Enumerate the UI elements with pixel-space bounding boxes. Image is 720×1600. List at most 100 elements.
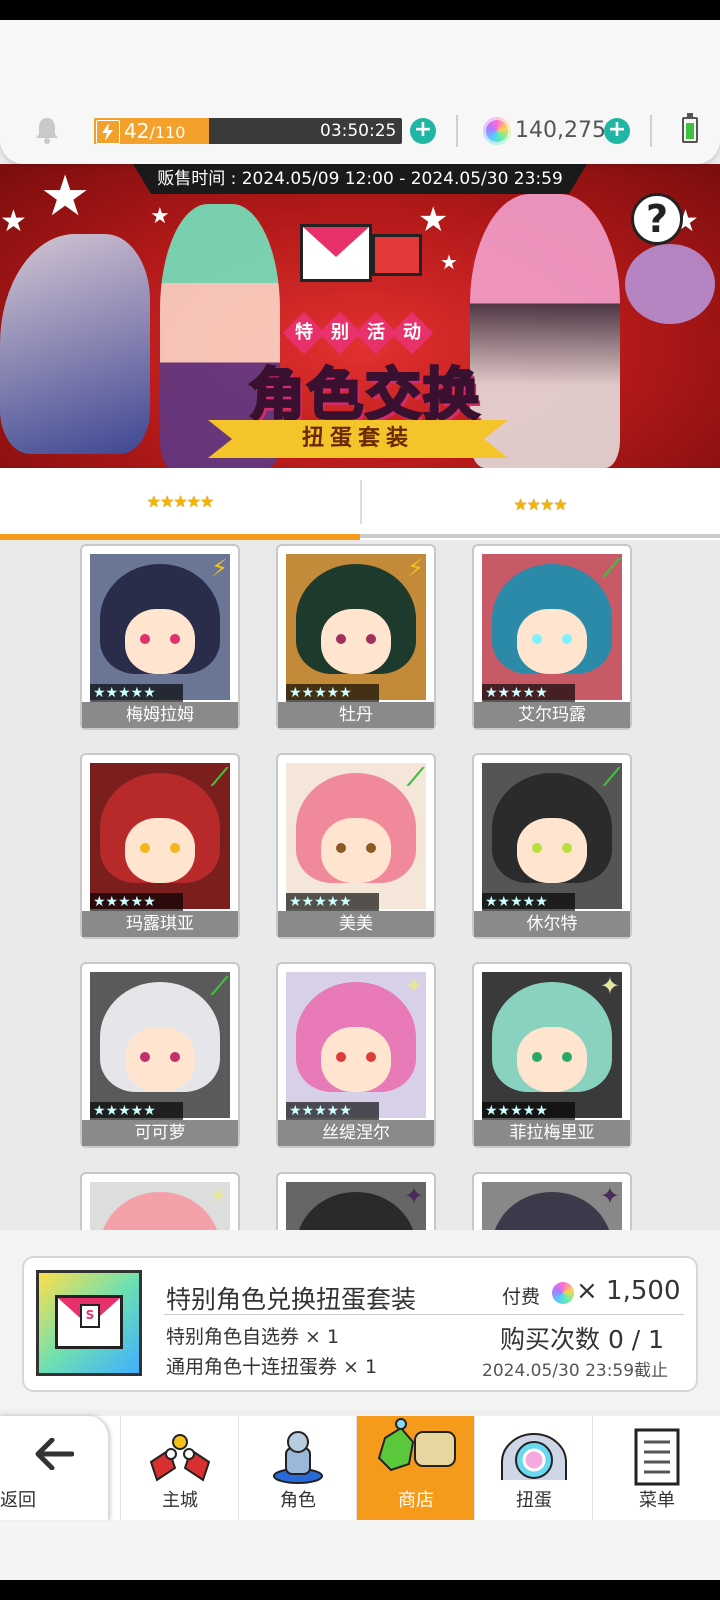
star-decoration: ★: [440, 250, 458, 274]
nav-gacha[interactable]: 扭蛋: [474, 1416, 593, 1520]
tab-stars: ★★★★: [513, 494, 567, 514]
gem-icon: [552, 1282, 574, 1304]
character-portrait: [90, 972, 230, 1118]
rarity-stars: ★★★★★: [90, 1102, 183, 1120]
sale-period: 贩售时间 : 2024.05/09 12:00 - 2024.05/30 23:…: [133, 164, 587, 194]
gacha-icon: [501, 1433, 567, 1480]
character-portrait: [90, 763, 230, 909]
character-name: 牡丹: [278, 702, 434, 728]
divider: [650, 115, 652, 147]
character-card[interactable]: ⚡ ★★★★★ 牡丹: [276, 544, 436, 730]
system-nav-area: [0, 1520, 720, 1580]
character-name: 美美: [278, 911, 434, 937]
envelope-icon: S: [55, 1295, 123, 1349]
element-icon: ✦: [207, 1182, 228, 1210]
stamina-value: 42/110: [124, 119, 186, 143]
dragon-illustration: [0, 234, 150, 454]
star-decoration: ★: [40, 164, 91, 229]
stamina-timer: 03:50:25: [320, 121, 397, 141]
nav-label: 主城: [162, 1490, 198, 1511]
element-icon: ⟋: [211, 763, 228, 791]
rarity-tabs: ★★★★★ ★★★★: [0, 468, 720, 540]
element-icon: ⚡: [211, 554, 228, 582]
element-icon: ✦: [599, 1182, 620, 1210]
add-stamina-button[interactable]: +: [410, 118, 436, 144]
rarity-stars: ★★★★★: [90, 684, 183, 702]
banner-ribbon: 扭蛋套装: [208, 420, 508, 458]
offer-item-icon: S: [36, 1270, 142, 1376]
character-card[interactable]: ✦ ★★★★★ 丝缇涅尔: [276, 962, 436, 1148]
character-card[interactable]: ✦: [276, 1172, 436, 1230]
element-icon: ⟋: [407, 763, 424, 791]
rarity-stars: ★★★★★: [482, 684, 575, 702]
character-card[interactable]: ✦: [472, 1172, 632, 1230]
system-bottom-bar: [0, 1580, 720, 1600]
help-button[interactable]: ?: [631, 193, 683, 245]
add-gems-button[interactable]: +: [604, 118, 630, 144]
character-portrait: [286, 554, 426, 700]
divider: [456, 115, 458, 147]
system-status-bar: [0, 0, 720, 20]
tab-stars: ★★★★★: [146, 491, 215, 511]
element-icon: ✦: [599, 972, 620, 1000]
nav-label: 扭蛋: [516, 1490, 552, 1511]
nav-character[interactable]: 角色: [238, 1416, 357, 1520]
character-icon: [273, 1431, 323, 1484]
character-portrait: [482, 554, 622, 700]
nav-label: 角色: [280, 1490, 316, 1511]
nav-label: 返回: [0, 1490, 36, 1511]
character-name: 玛露琪亚: [82, 911, 238, 937]
offer-content-item: 通用角色十连扭蛋券 × 1: [166, 1356, 378, 1378]
character-name: 丝缇涅尔: [278, 1120, 434, 1146]
character-card[interactable]: ✦: [80, 1172, 240, 1230]
tab-4-star[interactable]: ★★★★: [360, 468, 720, 540]
arrow-left-icon: [35, 1438, 74, 1470]
character-name: 艾尔玛露: [474, 702, 630, 728]
battery-icon: [682, 117, 698, 143]
mascot-illustration: [625, 244, 715, 324]
offer-price: × 1,500: [576, 1276, 681, 1306]
rarity-stars: ★★★★★: [286, 1102, 379, 1120]
divider: [164, 1314, 684, 1315]
character-portrait: [286, 763, 426, 909]
offer-deadline: 2024.05/30 23:59截止: [482, 1361, 669, 1381]
character-name: 梅姆拉姆: [82, 702, 238, 728]
character-card[interactable]: ⟋ ★★★★★ 可可萝: [80, 962, 240, 1148]
nav-main-city[interactable]: 主城: [120, 1416, 239, 1520]
rarity-stars: ★★★★★: [90, 893, 183, 911]
element-icon: ⟋: [603, 554, 620, 582]
castle-icon: [149, 1434, 211, 1482]
tag-char: 动: [390, 311, 434, 355]
tab-underline: [360, 534, 720, 538]
tab-5-star[interactable]: ★★★★★: [0, 468, 360, 540]
character-card[interactable]: ⚡ ★★★★★ 梅姆拉姆: [80, 544, 240, 730]
character-card[interactable]: ⟋ ★★★★★ 艾尔玛露: [472, 544, 632, 730]
rarity-stars: ★★★★★: [482, 893, 575, 911]
rarity-stars: ★★★★★: [286, 893, 379, 911]
character-name: 休尔特: [474, 911, 630, 937]
offer-panel[interactable]: S 特别角色兑换扭蛋套装 特别角色自选券 × 1 通用角色十连扭蛋券 × 1 付…: [22, 1256, 698, 1392]
shop-icon: [377, 1418, 456, 1472]
rarity-stars: ★★★★★: [482, 1102, 575, 1120]
character-card[interactable]: ⟋ ★★★★★ 休尔特: [472, 753, 632, 939]
character-card[interactable]: ⟋ ★★★★★ 玛露琪亚: [80, 753, 240, 939]
character-card[interactable]: ⟋ ★★★★★ 美美: [276, 753, 436, 939]
back-button[interactable]: 返回: [0, 1416, 110, 1520]
gem-icon: [483, 117, 511, 145]
nav-menu[interactable]: 菜单: [592, 1416, 720, 1520]
character-portrait: [482, 763, 622, 909]
paid-label: 付费: [502, 1286, 541, 1308]
event-tag: 特 别 活 动: [258, 311, 458, 355]
character-card[interactable]: ✦ ★★★★★ 菲拉梅里亚: [472, 962, 632, 1148]
star-decoration: ★: [150, 204, 170, 229]
nav-label: 菜单: [639, 1490, 675, 1511]
offer-title: 特别角色兑换扭蛋套装: [166, 1285, 417, 1314]
element-icon: ⟋: [603, 763, 620, 791]
star-decoration: ★: [418, 200, 449, 240]
stamina-bolt-icon: [96, 120, 120, 144]
bell-icon[interactable]: [34, 116, 60, 144]
character-grid: ⚡ ★★★★★ 梅姆拉姆 ⚡ ★★★★★ 牡丹 ⟋ ★★★★★ 艾尔玛露 ⟋ ★★★★★ 玛露琪亚 ⟋ ★…: [0, 540, 720, 1230]
gacha-ticket-icon: [372, 234, 422, 276]
nav-shop[interactable]: 商店: [356, 1416, 475, 1520]
nav-label: 商店: [398, 1490, 434, 1511]
